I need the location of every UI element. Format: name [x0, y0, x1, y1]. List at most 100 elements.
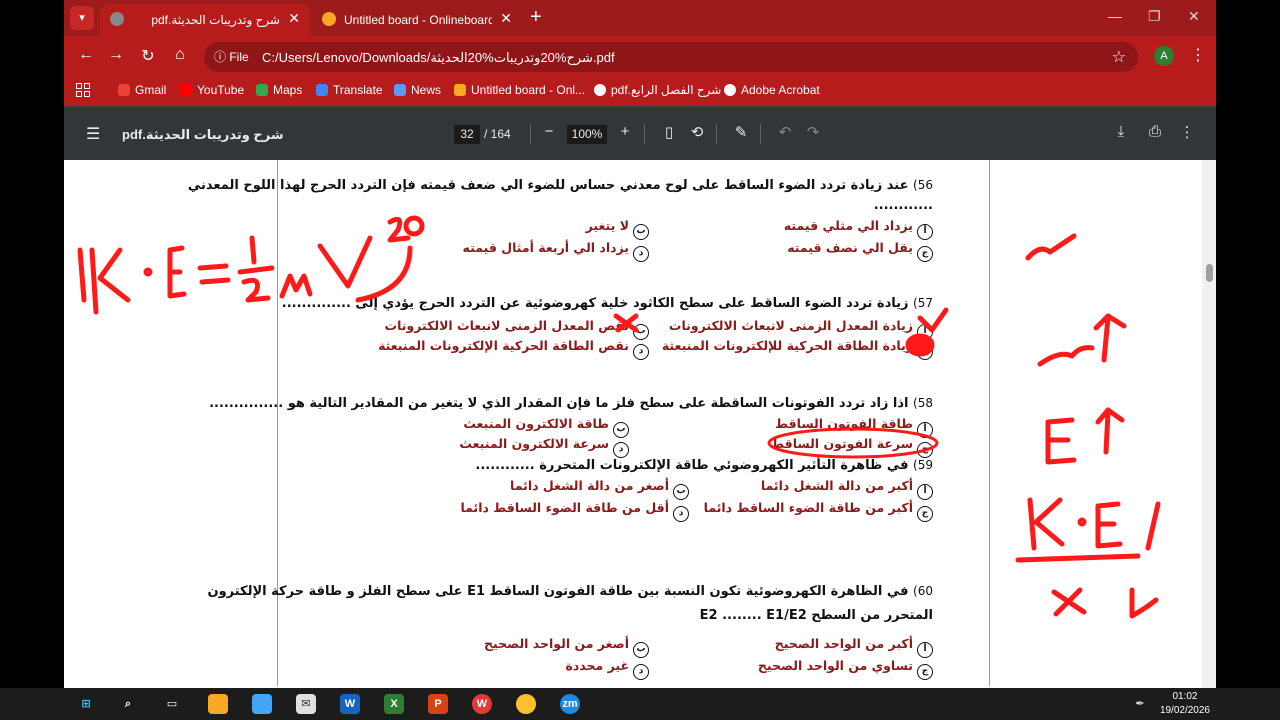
apps-grid-icon[interactable] — [76, 83, 90, 97]
store-icon[interactable] — [252, 694, 272, 714]
pdf-viewport[interactable]: 56) عند زيادة تردد الضوء الساقط على لوح … — [64, 160, 1216, 688]
option-mark: ج — [917, 246, 933, 262]
bookmark-label: Maps — [273, 83, 303, 97]
forward-icon[interactable]: → — [106, 46, 126, 64]
option-text: طاقة الالكترون المنبعث — [463, 416, 609, 431]
zoom-out-icon[interactable]: − — [540, 123, 558, 140]
option-text: تساوي من الواحد الصحيح — [757, 658, 913, 673]
toolbar-divider — [760, 124, 761, 144]
hamburger-menu-icon[interactable]: ☰ — [86, 124, 100, 144]
file-explorer-icon[interactable] — [208, 694, 228, 714]
option-b: بنقص المعدل الزمنى لانبعاث الالكترونات — [385, 318, 649, 340]
bookmark-onlineboard[interactable]: Untitled board - Onl... — [454, 83, 585, 97]
scrollbar-thumb[interactable] — [1206, 264, 1213, 282]
page-number-input[interactable]: 32 — [454, 125, 480, 144]
search-icon[interactable]: ⌕ — [118, 694, 138, 714]
option-b: بطاقة الالكترون المنبعث — [463, 416, 629, 438]
undo-icon[interactable]: ↶ — [776, 123, 794, 141]
mail-icon[interactable]: ✉ — [296, 694, 316, 714]
option-text: أكبر من دالة الشغل دائما — [760, 478, 913, 493]
zoom-app-icon[interactable]: zm — [560, 694, 580, 714]
bookmark-maps[interactable]: Maps — [256, 83, 302, 97]
option-mark: ج — [917, 506, 933, 522]
bookmark-star-icon[interactable]: ☆ — [1112, 47, 1126, 67]
minimize-icon[interactable]: — — [1108, 8, 1122, 24]
bookmark-pdf[interactable]: pdf.شرح الفصل الرابع — [594, 83, 721, 97]
bookmark-label: News — [411, 83, 442, 97]
bookmark-youtube[interactable]: YouTube — [180, 83, 244, 97]
pdf-page: 56) عند زيادة تردد الضوء الساقط على لوح … — [188, 160, 990, 686]
start-icon[interactable]: ⊞ — [76, 694, 96, 714]
pen-icon[interactable]: ✒ — [1130, 694, 1150, 714]
rotate-icon[interactable]: ⟲ — [688, 123, 706, 141]
close-window-icon[interactable]: ✕ — [1188, 8, 1200, 25]
option-text: أكبر من الواحد الصحيح — [774, 636, 913, 651]
option-c: ج تساوي من الواحد الصحيح — [758, 658, 933, 680]
tab-search-button[interactable]: ▾ — [70, 6, 94, 30]
menu-icon[interactable]: ⋮ — [1190, 45, 1206, 65]
bookmark-translate[interactable]: Translate — [316, 83, 383, 97]
option-text: يزداد الي أربعة أمثال قيمته — [462, 240, 629, 255]
option-mark: أ — [917, 642, 933, 658]
site-info-chip[interactable]: ⓘ File — [214, 48, 249, 65]
vertical-scrollbar[interactable] — [1202, 160, 1216, 688]
question-56-continuation: ............ — [873, 198, 933, 213]
tab-pdf[interactable]: pdf.شرح وتدريبات الحديثة ✕ — [100, 4, 310, 36]
option-text: أصغر من الواحد الصحيح — [484, 636, 629, 651]
question-number: 56) — [913, 178, 933, 192]
fit-page-icon[interactable]: ▯ — [660, 123, 678, 141]
redo-icon[interactable]: ↷ — [804, 123, 822, 141]
browser-toolbar: ← → ↻ ⌂ ⓘ File C:/Users/Lenovo/Downloads… — [64, 36, 1216, 76]
option-mark: ب — [673, 484, 689, 500]
more-options-icon[interactable]: ⋮ — [1178, 123, 1196, 141]
task-view-icon[interactable]: ▭ — [162, 694, 182, 714]
back-icon[interactable]: ← — [76, 46, 96, 64]
wps-icon[interactable]: W — [472, 694, 492, 714]
question-56: 56) عند زيادة تردد الضوء الساقط على لوح … — [188, 178, 933, 193]
tab-onlineboard[interactable]: Untitled board - Onlineboard ✕ — [312, 4, 522, 36]
print-icon[interactable]: ⎙ — [1146, 123, 1164, 140]
bookmark-gmail[interactable]: Gmail — [118, 83, 166, 97]
news-icon — [394, 84, 406, 96]
question-number: 59) — [913, 458, 933, 472]
bookmark-label: Adobe Acrobat — [741, 83, 820, 97]
bookmark-label: Gmail — [135, 83, 167, 97]
system-clock[interactable]: 01:02 19/02/2026 — [1160, 690, 1210, 718]
word-icon[interactable]: W — [340, 694, 360, 714]
tab-label: pdf.شرح وتدريبات الحديثة — [151, 13, 280, 27]
chrome-icon[interactable] — [516, 694, 536, 714]
profile-avatar[interactable]: A — [1154, 46, 1174, 66]
bookmark-acrobat[interactable]: Adobe Acrobat — [724, 83, 820, 97]
question-text: في ظاهرة التأثير الكهروضوئي طاقة الإلكتر… — [475, 458, 909, 473]
question-number: 60) — [913, 584, 933, 598]
question-60: 60) في الظاهرة الكهروضوئية تكون النسبة ب… — [207, 584, 933, 599]
option-text: سرعة الالكترون المنبعث — [459, 436, 609, 451]
close-tab-icon[interactable]: ✕ — [288, 10, 300, 27]
reload-icon[interactable]: ↻ — [138, 46, 158, 66]
zoom-in-icon[interactable]: + — [616, 123, 634, 140]
toolbar-divider — [716, 124, 717, 144]
globe-icon — [724, 84, 736, 96]
option-d: د غير محددة — [565, 658, 649, 680]
download-icon[interactable]: ⤓ — [1112, 123, 1130, 140]
restore-icon[interactable]: ❐ — [1148, 8, 1161, 25]
zoom-input[interactable]: 100% — [567, 125, 607, 144]
bookmark-news[interactable]: News — [394, 83, 441, 97]
translate-icon — [316, 84, 328, 96]
home-icon[interactable]: ⌂ — [170, 46, 190, 64]
close-tab-icon[interactable]: ✕ — [500, 10, 512, 27]
address-bar[interactable]: ⓘ File C:/Users/Lenovo/Downloads/شرح%20و… — [204, 42, 1138, 72]
annotate-pen-icon[interactable]: ✎ — [732, 123, 750, 141]
maps-icon — [256, 84, 268, 96]
option-text: زيادة الطاقة الحركية للإلكترونات المنبعث… — [661, 338, 913, 353]
bookmark-label: YouTube — [197, 83, 245, 97]
powerpoint-icon[interactable]: P — [428, 694, 448, 714]
new-tab-icon[interactable]: + — [530, 6, 542, 29]
option-mark: د — [633, 246, 649, 262]
option-b: ب لا يتغير — [586, 218, 649, 240]
excel-icon[interactable]: X — [384, 694, 404, 714]
question-57: 57) زيادة تردد الضوء الساقط على سطح الكا… — [282, 296, 933, 311]
question-text: زيادة تردد الضوء الساقط على سطح الكاثود … — [281, 296, 909, 311]
option-text: لا يتغير — [585, 218, 629, 233]
option-mark: د — [633, 344, 649, 360]
